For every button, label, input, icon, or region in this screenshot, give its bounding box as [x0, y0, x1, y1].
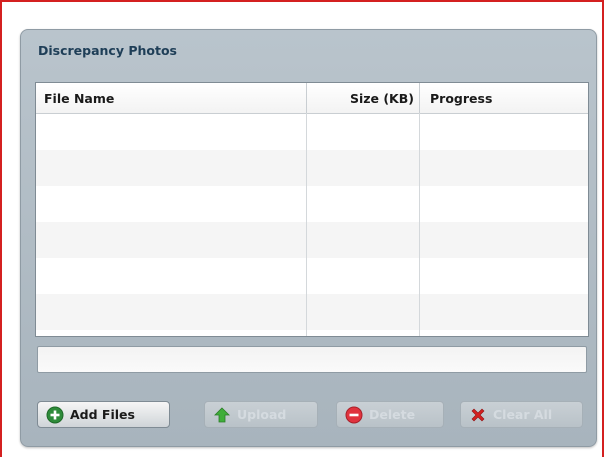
delete-button[interactable]: Delete [336, 401, 444, 428]
table-row [36, 114, 588, 150]
column-header-size[interactable]: Size (KB) [306, 91, 414, 106]
grid-header: File Name Size (KB) Progress [36, 83, 588, 114]
discrepancy-photos-panel: Discrepancy Photos File Name Size (KB) P… [20, 29, 597, 447]
delete-label: Delete [369, 407, 416, 422]
plus-circle-icon [46, 406, 64, 424]
column-header-file-name[interactable]: File Name [44, 91, 114, 106]
upload-button[interactable]: Upload [204, 401, 318, 428]
clear-all-label: Clear All [493, 407, 553, 422]
upload-status-bar [37, 346, 587, 373]
add-files-button[interactable]: Add Files [37, 401, 170, 428]
table-row [36, 186, 588, 222]
minus-circle-icon [345, 406, 363, 424]
table-row [36, 258, 588, 294]
table-row [36, 150, 588, 186]
add-files-label: Add Files [70, 407, 135, 422]
file-grid[interactable]: File Name Size (KB) Progress [35, 82, 589, 337]
clear-all-button[interactable]: Clear All [460, 401, 583, 428]
panel-title: Discrepancy Photos [38, 43, 177, 58]
column-line [306, 113, 307, 336]
column-line [419, 113, 420, 336]
column-divider[interactable] [419, 83, 420, 113]
arrow-up-icon [213, 406, 231, 424]
column-header-progress[interactable]: Progress [430, 91, 492, 106]
table-row [36, 222, 588, 258]
red-x-icon [469, 406, 487, 424]
table-row [36, 294, 588, 330]
upload-label: Upload [237, 407, 287, 422]
